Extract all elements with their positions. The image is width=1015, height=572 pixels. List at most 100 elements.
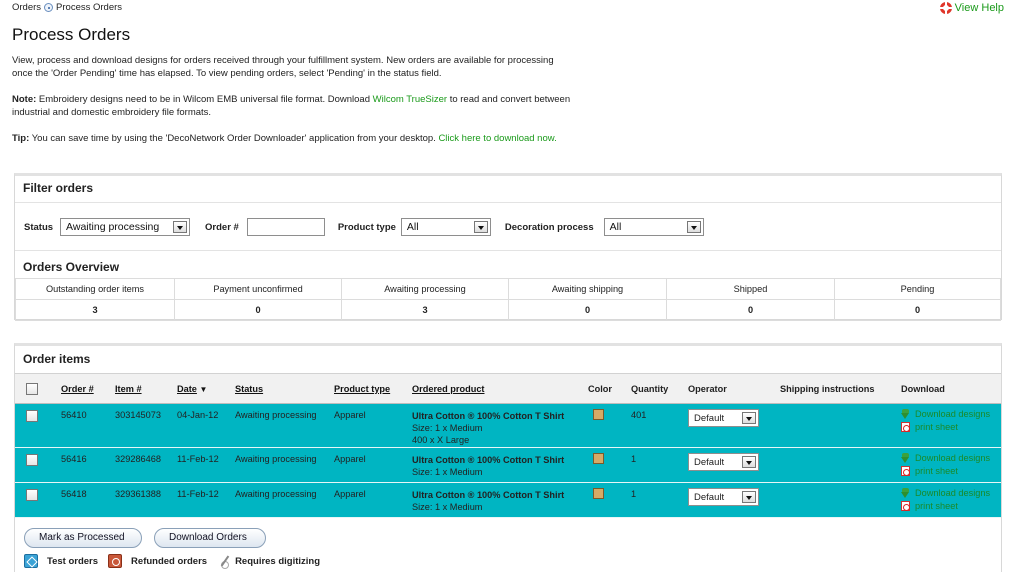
- table-row[interactable]: 56418 329361388 11-Feb-12 Awaiting proce…: [15, 482, 1001, 518]
- cell-product-type: Apparel: [334, 403, 412, 448]
- col-ordered-product[interactable]: Ordered product: [412, 373, 588, 404]
- digitizing-icon: [219, 555, 231, 569]
- product-size-extra: 400 x X Large: [412, 435, 470, 445]
- page-title: Process Orders: [12, 25, 131, 44]
- select-all-checkbox[interactable]: [26, 382, 38, 395]
- download-designs-label: Download designs: [915, 409, 991, 419]
- row-checkbox[interactable]: [26, 489, 38, 501]
- col-product-type-label: Product type: [334, 383, 391, 394]
- cell-quantity: 401: [631, 403, 688, 448]
- breadcrumb-separator-icon: [44, 3, 54, 12]
- col-item-number[interactable]: Item #: [115, 373, 177, 404]
- legend: Test orders Refunded orders Requires dig…: [24, 554, 321, 569]
- col-item-number-label: Item #: [115, 383, 142, 394]
- color-swatch: [593, 453, 604, 464]
- col-date-label: Date: [177, 383, 197, 394]
- row-checkbox-cell: [15, 482, 61, 518]
- cell-order-number: 56418: [61, 482, 115, 518]
- cell-item-number: 329286468: [115, 447, 177, 483]
- orders-overview-table: Outstanding order items Payment unconfir…: [15, 278, 1001, 321]
- product-name[interactable]: Ultra Cotton ® 100% Cotton T Shirt: [412, 410, 588, 422]
- cell-operator: Default: [688, 482, 780, 518]
- download-orders-button[interactable]: Download Orders: [154, 528, 266, 548]
- col-date[interactable]: Date ▼: [177, 373, 235, 404]
- operator-select[interactable]: Default: [688, 453, 759, 471]
- col-order-number[interactable]: Order #: [61, 373, 115, 404]
- download-arrow-icon: [901, 488, 910, 499]
- status-label: Status: [24, 221, 54, 233]
- product-size: Size: 1 x Medium: [412, 423, 483, 433]
- cell-operator: Default: [688, 447, 780, 483]
- tip-text: You can save time by using the 'DecoNetw…: [29, 133, 439, 144]
- tip-paragraph: Tip: You can save time by using the 'Dec…: [12, 132, 572, 145]
- row-checkbox-cell: [15, 447, 61, 483]
- status-select[interactable]: Awaiting processing: [60, 218, 191, 236]
- legend-requires-digitizing: Requires digitizing: [235, 555, 321, 567]
- view-help-link[interactable]: View Help: [939, 2, 1004, 14]
- cell-order-number: 56410: [61, 403, 115, 448]
- print-sheet-link[interactable]: print sheet: [901, 421, 1001, 434]
- breadcrumb-orders-link[interactable]: Orders: [12, 2, 41, 13]
- overview-value-payment-unconfirmed: 0: [174, 299, 342, 321]
- color-swatch: [593, 409, 604, 420]
- order-items-table: Order # Item # Date ▼ Status Product typ…: [15, 373, 1001, 518]
- overview-value-awaiting-processing: 3: [341, 299, 509, 321]
- cell-download: Download designs print sheet: [901, 447, 1001, 483]
- cell-product-type: Apparel: [334, 482, 412, 518]
- intro-paragraph: View, process and download designs for o…: [12, 55, 554, 79]
- col-download: Download: [901, 373, 1001, 404]
- col-ordered-product-label: Ordered product: [412, 383, 485, 394]
- cell-ordered-product: Ultra Cotton ® 100% Cotton T Shirt Size:…: [412, 482, 588, 518]
- print-sheet-label: print sheet: [915, 421, 958, 432]
- operator-select[interactable]: Default: [688, 488, 759, 506]
- table-header-row: Order # Item # Date ▼ Status Product typ…: [15, 373, 1001, 404]
- overview-col-pending: Pending: [834, 278, 1001, 300]
- product-name[interactable]: Ultra Cotton ® 100% Cotton T Shirt: [412, 489, 588, 501]
- product-size: Size: 1 x Medium: [412, 502, 483, 512]
- lifebuoy-icon: [939, 2, 952, 14]
- dropdown-arrow-icon: [473, 221, 488, 233]
- product-name[interactable]: Ultra Cotton ® 100% Cotton T Shirt: [412, 454, 588, 466]
- mark-as-processed-button[interactable]: Mark as Processed: [24, 528, 142, 548]
- dropdown-arrow-icon: [742, 491, 756, 503]
- download-designs-link[interactable]: Download designs: [901, 487, 1001, 500]
- refunded-order-icon: [108, 554, 123, 568]
- print-sheet-label: print sheet: [915, 465, 958, 476]
- operator-select[interactable]: Default: [688, 409, 759, 427]
- cell-quantity: 1: [631, 447, 688, 483]
- download-designs-label: Download designs: [915, 488, 991, 498]
- col-order-number-label: Order #: [61, 383, 94, 394]
- cell-download: Download designs print sheet: [901, 403, 1001, 448]
- pdf-icon: [901, 421, 910, 432]
- col-operator: Operator: [688, 373, 780, 404]
- sort-desc-icon: ▼: [199, 384, 208, 394]
- cell-status: Awaiting processing: [235, 447, 334, 483]
- print-sheet-label: print sheet: [915, 500, 958, 511]
- overview-col-outstanding: Outstanding order items: [15, 278, 175, 300]
- order-number-input[interactable]: [246, 218, 325, 236]
- col-product-type[interactable]: Product type: [334, 373, 412, 404]
- print-sheet-link[interactable]: print sheet: [901, 500, 1001, 513]
- decoration-process-select[interactable]: All: [603, 218, 704, 236]
- dropdown-arrow-icon: [742, 412, 756, 424]
- cell-shipping-instructions: [780, 482, 901, 518]
- bulk-actions: Mark as Processed Download Orders: [24, 528, 266, 548]
- table-row[interactable]: 56416 329286468 11-Feb-12 Awaiting proce…: [15, 447, 1001, 483]
- table-row[interactable]: 56410 303145073 04-Jan-12 Awaiting proce…: [15, 403, 1001, 448]
- product-type-select[interactable]: All: [400, 218, 491, 236]
- row-checkbox[interactable]: [26, 410, 38, 422]
- cell-item-number: 303145073: [115, 403, 177, 448]
- print-sheet-link[interactable]: print sheet: [901, 465, 1001, 478]
- download-designs-link[interactable]: Download designs: [901, 452, 1001, 465]
- legend-refunded-orders: Refunded orders: [131, 555, 208, 567]
- row-checkbox[interactable]: [26, 454, 38, 466]
- dropdown-arrow-icon: [686, 221, 701, 233]
- truesizer-link[interactable]: Wilcom TrueSizer: [373, 94, 447, 105]
- download-designs-link[interactable]: Download designs: [901, 408, 1001, 421]
- col-status[interactable]: Status: [235, 373, 334, 404]
- status-select-value: Awaiting processing: [66, 221, 160, 233]
- cell-shipping-instructions: [780, 403, 901, 448]
- download-app-link[interactable]: Click here to download now.: [438, 133, 556, 144]
- breadcrumb-current: Process Orders: [56, 2, 123, 13]
- note-label: Note:: [12, 94, 37, 105]
